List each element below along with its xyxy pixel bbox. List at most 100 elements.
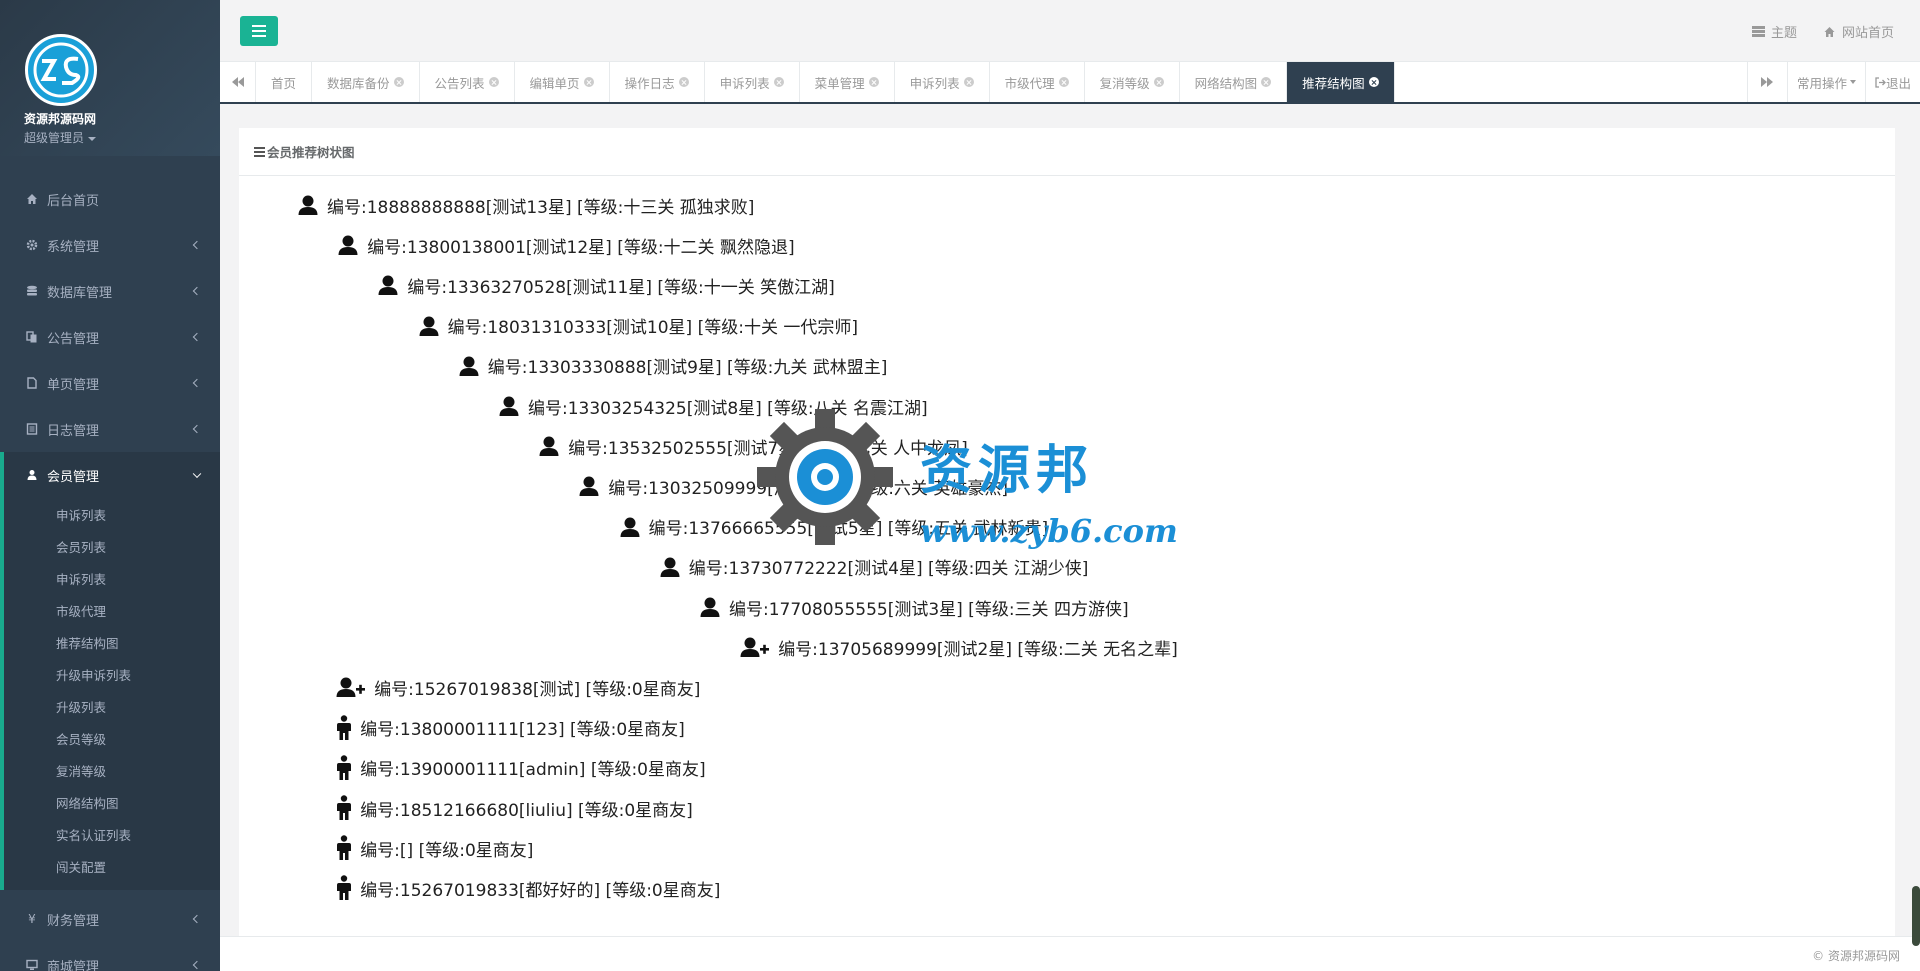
list-icon [25, 422, 39, 436]
sidebar-item-label: 单页管理 [47, 377, 100, 393]
tab-label: 菜单管理 [814, 75, 865, 91]
sidebar-item-home[interactable]: 后台首页 [0, 176, 220, 222]
tree-node[interactable]: 编号:13705689999[测试2星] [等级:二关 无名之辈] [740, 632, 1178, 662]
sidebar-item-notice[interactable]: 公告管理 [0, 314, 220, 360]
subnav-item-realname-list[interactable]: 实名认证列表 [4, 820, 220, 852]
tree-node[interactable]: 编号:18512166680[liuliu] [等级:0星商友] [336, 793, 693, 823]
close-icon[interactable] [868, 77, 879, 87]
logout-label: 退出 [1885, 75, 1911, 91]
tree-node[interactable]: 编号:13032509999[测试6星] [等级:六关 英雄豪杰] [578, 471, 1008, 501]
subnav-item-city-agent[interactable]: 市级代理 [4, 596, 220, 628]
tab-menu-manage[interactable]: 菜单管理 [800, 62, 895, 102]
tree-node[interactable]: 编号:18888888888[测试13星] [等级:十三关 孤独求败] [297, 190, 754, 220]
close-icon[interactable] [1153, 77, 1164, 87]
tab-repurchase-level[interactable]: 复消等级 [1085, 62, 1180, 102]
sidebar-item-page[interactable]: 单页管理 [0, 360, 220, 406]
close-icon[interactable] [488, 77, 499, 87]
home-icon [25, 192, 39, 206]
tab-label: 市级代理 [1004, 75, 1055, 91]
sidebar-item-database[interactable]: 数据库管理 [0, 268, 220, 314]
tabs-scroll-left-button[interactable] [220, 62, 256, 102]
close-icon[interactable] [773, 77, 784, 87]
tree-node-label: 编号:13800138001[测试12星] [等级:十二关 飘然隐退] [367, 237, 795, 258]
theme-link[interactable]: 主题 [1751, 22, 1797, 41]
tab-edit-page[interactable]: 编辑单页 [515, 62, 610, 102]
user-icon [538, 435, 560, 457]
tree-node[interactable]: 编号:13800001111[123] [等级:0星商友] [336, 713, 685, 743]
tab-op-log[interactable]: 操作日志 [610, 62, 705, 102]
home-icon [1824, 26, 1835, 37]
site-home-link[interactable]: 网站首页 [1823, 22, 1894, 41]
tree-node[interactable]: 编号:17708055555[测试3星] [等级:三关 四方游侠] [699, 592, 1129, 622]
subnav-item-network-tree[interactable]: 网络结构图 [4, 788, 220, 820]
sidebar-item-system[interactable]: 系统管理 [0, 222, 220, 268]
sidebar-item-shop[interactable]: 商城管理 [0, 942, 220, 971]
close-icon[interactable] [1261, 77, 1272, 87]
tree-node-label: 编号:[] [等级:0星商友] [360, 840, 534, 861]
tree-node-label: 编号:13900001111[admin] [等级:0星商友] [360, 760, 706, 781]
tab-label: 数据库备份 [327, 75, 390, 91]
tab-db-backup[interactable]: 数据库备份 [312, 62, 420, 102]
sidebar-item-label: 数据库管理 [47, 285, 113, 301]
database-icon [25, 284, 39, 298]
user-icon [699, 596, 721, 618]
common-ops-label: 常用操作 [1796, 75, 1847, 91]
sidebar-item-finance[interactable]: ¥ 财务管理 [0, 896, 220, 942]
subnav-item-member-level[interactable]: 会员等级 [4, 724, 220, 756]
backward-icon [231, 77, 244, 87]
tab-network-tree[interactable]: 网络结构图 [1180, 62, 1288, 102]
sidebar-item-label: 公告管理 [47, 331, 100, 347]
close-icon[interactable] [1058, 77, 1069, 87]
close-icon[interactable] [583, 77, 594, 87]
subnav-item-repurchase-level[interactable]: 复消等级 [4, 756, 220, 788]
user-role-label: 超级管理员 [24, 131, 85, 145]
subnav-item-level-config[interactable]: 闯关配置 [4, 852, 220, 884]
tree-node[interactable]: 编号:[] [等级:0星商友] [336, 833, 533, 863]
chevron-left-icon [192, 424, 202, 434]
sidebar-nav: 后台首页 系统管理 数据库管理 公告管理 单页管理 日志管理 会员管理 [0, 176, 220, 498]
tree-node[interactable]: 编号:13900001111[admin] [等级:0星商友] [336, 753, 706, 783]
subnav-item-referral-tree[interactable]: 推荐结构图 [4, 628, 220, 660]
tree-node[interactable]: 编号:13363270528[测试11星] [等级:十一关 笑傲江湖] [377, 270, 835, 300]
tab-notice-list[interactable]: 公告列表 [420, 62, 515, 102]
tree-node[interactable]: 编号:18031310333[测试10星] [等级:十关 一代宗师] [418, 311, 858, 341]
tree-node[interactable]: 编号:13730772222[测试4星] [等级:四关 江湖少侠] [659, 552, 1088, 582]
scroll-handle[interactable] [1912, 886, 1920, 946]
sidebar-item-label: 会员管理 [47, 469, 100, 485]
tree-node-label: 编号:18888888888[测试13星] [等级:十三关 孤独求败] [327, 197, 755, 218]
tabs-scroll-right-button[interactable] [1746, 62, 1787, 102]
close-icon[interactable] [1368, 77, 1379, 87]
top-navbar: 主题 网站首页 [220, 0, 1920, 62]
tab-appeal-list[interactable]: 申诉列表 [705, 62, 800, 102]
subnav-item-upgrade-list[interactable]: 升级列表 [4, 692, 220, 724]
tab-appeal-list-2[interactable]: 申诉列表 [895, 62, 990, 102]
sidebar-item-member[interactable]: 会员管理 [0, 452, 220, 498]
tab-home[interactable]: 首页 [256, 62, 313, 102]
close-icon[interactable] [678, 77, 689, 87]
subnav-item-upgrade-appeal[interactable]: 升级申诉列表 [4, 660, 220, 692]
tree-node[interactable]: 编号:13303254325[测试8星] [等级:八关 名震江湖] [498, 391, 928, 421]
subnav-item-member-list[interactable]: 会员列表 [4, 532, 220, 564]
tree-node[interactable]: 编号:13800138001[测试12星] [等级:十二关 飘然隐退] [337, 230, 795, 260]
tab-referral-tree[interactable]: 推荐结构图 [1287, 62, 1395, 102]
user-role-dropdown[interactable]: 超级管理员 [24, 129, 220, 146]
common-ops-dropdown[interactable]: 常用操作 [1786, 62, 1865, 102]
tree-node[interactable]: 编号:13766665555[测试5星] [等级:五关 武林新贵] [619, 512, 1048, 542]
tab-city-agent[interactable]: 市级代理 [990, 62, 1085, 102]
tree-node[interactable]: 编号:13303330888[测试9星] [等级:九关 武林盟主] [458, 351, 887, 381]
sidebar-nav-lower: ¥ 财务管理 商城管理 [0, 896, 220, 971]
chevron-left-icon [192, 240, 202, 250]
logout-button[interactable]: 退出 [1864, 62, 1920, 102]
sidebar-item-log[interactable]: 日志管理 [0, 406, 220, 452]
close-icon[interactable] [393, 77, 404, 87]
site-home-label: 网站首页 [1841, 26, 1894, 41]
menu-toggle-button[interactable] [240, 16, 278, 46]
subnav-item-appeal-list[interactable]: 申诉列表 [4, 500, 220, 532]
tree-node[interactable]: 编号:15267019838[测试] [等级:0星商友] [336, 672, 700, 702]
tree-node[interactable]: 编号:15267019833[都好好的] [等级:0星商友] [336, 873, 720, 903]
close-icon[interactable] [963, 77, 974, 87]
tree-node[interactable]: 编号:13532502555[测试7星] [等级:七关 人中龙凤] [538, 431, 968, 461]
subnav-item-appeal-list-2[interactable]: 申诉列表 [4, 564, 220, 596]
male-icon [336, 755, 352, 781]
tree-node-label: 编号:15267019838[测试] [等级:0星商友] [374, 679, 701, 700]
